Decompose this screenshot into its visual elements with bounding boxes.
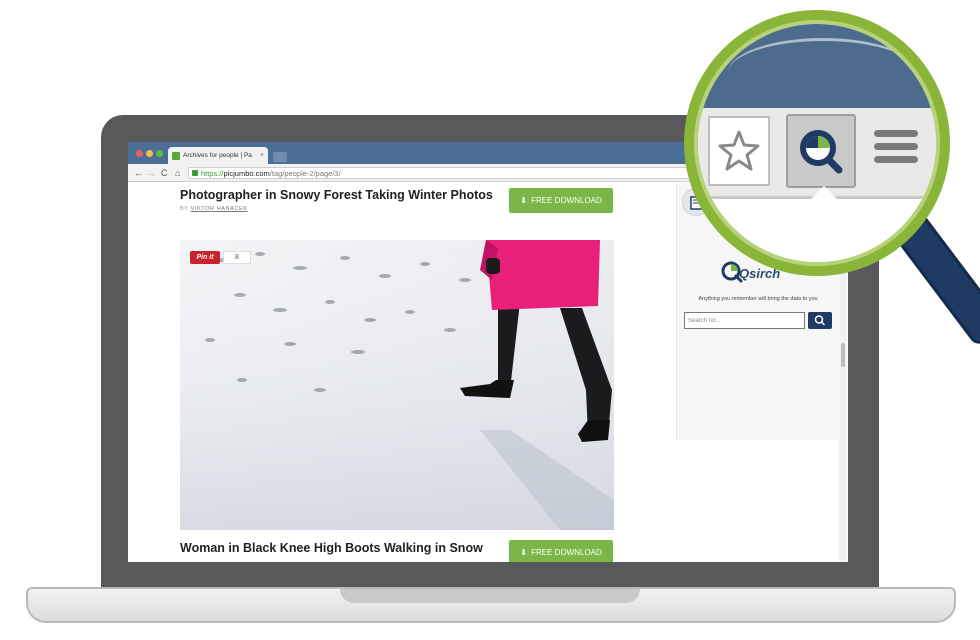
back-arrow-icon[interactable]: ←: [134, 166, 143, 180]
star-icon: [718, 130, 760, 171]
magnifier-ring: [684, 10, 950, 276]
window-minimize-dot[interactable]: [146, 150, 153, 157]
laptop-notch: [340, 589, 640, 603]
reload-icon[interactable]: C: [161, 166, 168, 180]
lock-icon: [192, 170, 198, 176]
lens-qsirch-extension-button[interactable]: [786, 114, 856, 188]
url-host: picjumbo.com: [223, 169, 270, 178]
lens-bookmark-button[interactable]: [708, 116, 770, 186]
search-input[interactable]: [684, 312, 805, 329]
post-photo[interactable]: Pin it 8: [180, 240, 614, 530]
search-button[interactable]: [808, 312, 832, 329]
pinterest-pin-button[interactable]: Pin it: [190, 251, 220, 264]
lens-popup-area: [738, 200, 918, 262]
free-download-button[interactable]: ⬇ FREE DOWNLOAD: [509, 540, 613, 562]
home-icon[interactable]: ⌂: [175, 166, 180, 180]
snow-walk-photo: [180, 240, 614, 530]
free-download-button[interactable]: ⬇ FREE DOWNLOAD: [509, 188, 613, 213]
magnifier-lens: [694, 20, 940, 266]
download-label: FREE DOWNLOAD: [531, 196, 602, 205]
scrollbar-thumb[interactable]: [841, 343, 845, 367]
lens-popup-pointer: [810, 186, 838, 200]
download-icon: ⬇: [520, 196, 527, 205]
window-close-dot[interactable]: [136, 150, 143, 157]
qsirch-logo-icon: [800, 130, 843, 174]
lens-glare: [728, 38, 918, 108]
window-maximize-dot[interactable]: [156, 150, 163, 157]
search-icon: [814, 315, 825, 326]
post-title[interactable]: Photographer in Snowy Forest Taking Wint…: [180, 188, 493, 202]
new-tab-button[interactable]: [273, 152, 287, 162]
browser-tab-active[interactable]: Archives for people | Pa ×: [168, 147, 268, 164]
download-icon: ⬇: [520, 548, 527, 557]
tab-title: Archives for people | Pa: [183, 152, 252, 159]
hamburger-menu-icon[interactable]: [874, 130, 918, 169]
qsirch-tagline: Anything you remember will bring the dat…: [698, 296, 818, 302]
tab-close-icon[interactable]: ×: [260, 147, 264, 164]
byline-prefix: BY: [180, 206, 189, 212]
post-byline: BY VIKTOR HANACEK: [180, 206, 248, 212]
site-favicon-icon: [172, 152, 180, 160]
download-label: FREE DOWNLOAD: [531, 548, 602, 557]
url-scheme: https://: [201, 169, 224, 178]
author-link[interactable]: VIKTOR HANACEK: [191, 206, 248, 212]
pin-count-badge: 8: [223, 251, 251, 264]
forward-arrow-icon[interactable]: →: [147, 166, 156, 180]
url-path: /tag/people-2/page/3/: [269, 169, 341, 178]
post-title[interactable]: Woman in Black Knee High Boots Walking i…: [180, 541, 483, 555]
